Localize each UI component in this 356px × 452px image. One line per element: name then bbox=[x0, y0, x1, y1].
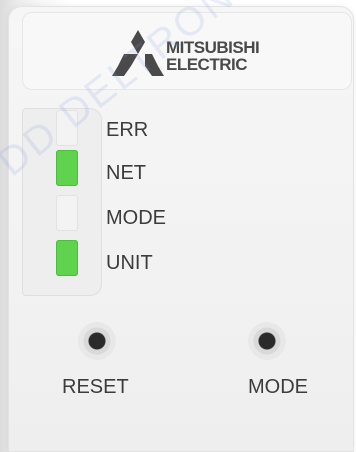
net-led-label: NET bbox=[106, 162, 146, 184]
err-led-label: ERR bbox=[106, 119, 149, 141]
unit-led bbox=[56, 240, 78, 276]
net-led bbox=[56, 150, 78, 186]
unit-led-label: UNIT bbox=[106, 252, 153, 274]
reset-button-label: RESET bbox=[62, 376, 129, 398]
mode-led bbox=[56, 195, 78, 231]
mode-button-label: MODE bbox=[248, 376, 308, 398]
mode-led-label: MODE bbox=[106, 207, 166, 229]
mode-button[interactable] bbox=[248, 322, 286, 360]
reset-button[interactable] bbox=[78, 322, 116, 360]
